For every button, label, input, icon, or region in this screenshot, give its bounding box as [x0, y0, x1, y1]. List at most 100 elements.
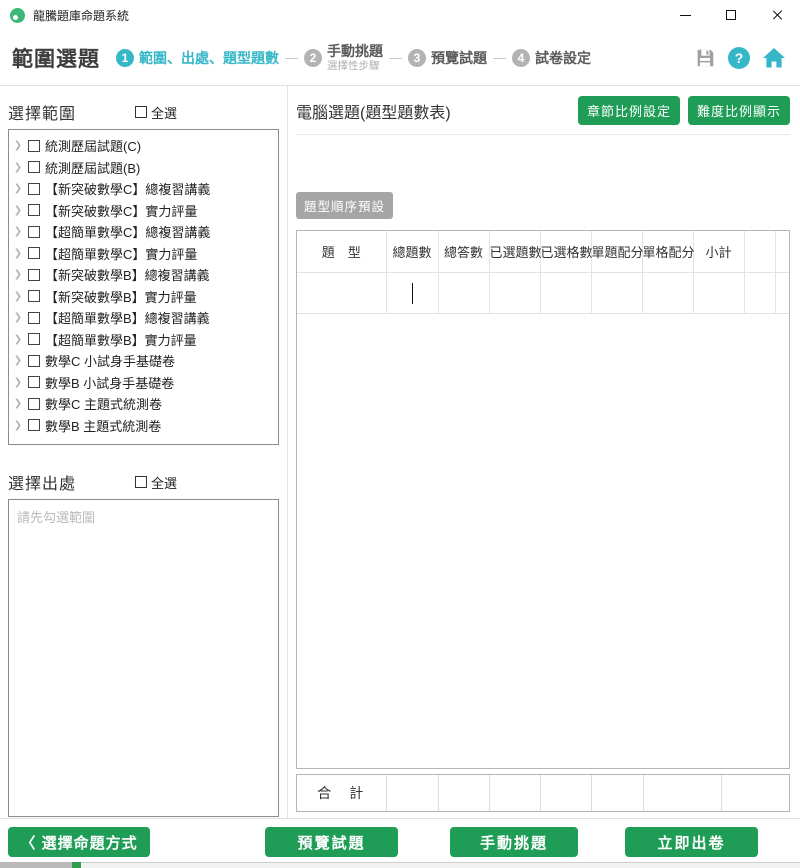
checkbox[interactable]: [28, 140, 40, 152]
home-icon[interactable]: [762, 47, 786, 69]
cell-points-per-question[interactable]: [591, 272, 642, 313]
step-2-number: 2: [304, 49, 322, 67]
total-cell: [591, 775, 643, 811]
cell-selected-questions[interactable]: [489, 272, 540, 313]
checkbox[interactable]: [28, 376, 40, 388]
step-1: 1 範圍、出處、題型題數: [116, 48, 279, 68]
tree-item-label: 【超簡單數學B】總複習講義: [45, 308, 210, 327]
tree-item-label: 【新突破數學B】總複習講義: [45, 265, 210, 284]
checkbox[interactable]: [28, 419, 40, 431]
cell-selected-cells[interactable]: [540, 272, 591, 313]
chevron-right-icon[interactable]: ❯: [13, 355, 23, 366]
chevron-right-icon[interactable]: ❯: [13, 183, 23, 194]
cell-subtotal[interactable]: [693, 272, 744, 313]
tree-item[interactable]: ❯數學B 主題式統測卷: [13, 415, 278, 437]
help-icon[interactable]: ?: [728, 47, 750, 69]
generate-exam-button[interactable]: 立即出卷: [625, 827, 758, 857]
total-cell: [438, 775, 489, 811]
source-placeholder: 請先勾選範圍: [17, 510, 95, 525]
source-select-all-checkbox[interactable]: [135, 476, 147, 488]
col-points-per-question: 單題配分: [591, 231, 642, 272]
computer-selection-header: 電腦選題(題型題數表) 章節比例設定 難度比例顯示: [296, 96, 790, 135]
save-icon[interactable]: [694, 47, 716, 69]
chevron-right-icon[interactable]: ❯: [13, 398, 23, 409]
source-list[interactable]: 請先勾選範圍: [8, 499, 279, 817]
checkbox[interactable]: [28, 161, 40, 173]
chevron-right-icon[interactable]: ❯: [13, 248, 23, 259]
table-header-row: 題 型 總題數 總答數 已選題數 已選格數 單題配分 單格配分 小計: [297, 231, 789, 272]
right-panel: 電腦選題(題型題數表) 章節比例設定 難度比例顯示 題型順序預設: [288, 86, 800, 818]
col-subtotal: 小計: [693, 231, 744, 272]
question-type-table-container: 題 型 總題數 總答數 已選題數 已選格數 單題配分 單格配分 小計: [296, 230, 790, 769]
step-3-number: 3: [408, 49, 426, 67]
chevron-right-icon[interactable]: ❯: [13, 291, 23, 302]
difficulty-ratio-button[interactable]: 難度比例顯示: [688, 96, 790, 125]
taskbar-sliver: [0, 862, 800, 868]
tree-item[interactable]: ❯【新突破數學B】實力評量: [13, 286, 278, 308]
tree-item[interactable]: ❯數學C 小試身手基礎卷: [13, 350, 278, 372]
tree-item[interactable]: ❯數學B 小試身手基礎卷: [13, 372, 278, 394]
tree-item[interactable]: ❯數學C 主題式統測卷: [13, 393, 278, 415]
tree-item[interactable]: ❯ 【超簡單數學B】總複習講義: [13, 307, 278, 329]
minimize-button[interactable]: [662, 0, 708, 30]
source-select-all[interactable]: 全選: [135, 473, 177, 492]
table-row: [297, 272, 789, 313]
manual-pick-button[interactable]: 手動挑題: [450, 827, 578, 857]
range-select-all[interactable]: 全選: [135, 103, 177, 122]
checkbox[interactable]: [28, 183, 40, 195]
range-tree[interactable]: ❯統測歷屆試題(C) ❯統測歷屆試題(B) ❯【新突破數學C】總複習講義 ❯【新…: [8, 129, 279, 445]
checkbox[interactable]: [28, 226, 40, 238]
back-to-method-button[interactable]: 〈 選擇命題方式: [8, 827, 150, 857]
chevron-right-icon[interactable]: ❯: [13, 334, 23, 345]
checkbox[interactable]: [28, 312, 40, 324]
cell-empty-1: [744, 272, 775, 313]
tree-item[interactable]: ❯【超簡單數學B】實力評量: [13, 329, 278, 351]
maximize-button[interactable]: [708, 0, 754, 30]
checkbox[interactable]: [28, 269, 40, 281]
cell-total-questions[interactable]: [386, 272, 438, 313]
chevron-right-icon[interactable]: ❯: [13, 420, 23, 431]
checkbox[interactable]: [28, 247, 40, 259]
taskbar-fragment: [0, 862, 72, 868]
checkbox[interactable]: [28, 290, 40, 302]
total-cell: [643, 775, 721, 811]
step-3: 3 預覽試題: [408, 48, 487, 68]
chevron-right-icon[interactable]: ❯: [13, 205, 23, 216]
tree-item[interactable]: ❯【新突破數學C】實力評量: [13, 200, 278, 222]
chevron-right-icon[interactable]: ❯: [13, 162, 23, 173]
app-window: 龍騰題庫命題系統 範圍選題 1 範圍、出處、題型題數 — 2 手動挑題 選擇性步…: [0, 0, 800, 868]
checkbox[interactable]: [28, 333, 40, 345]
tree-item[interactable]: ❯統測歷屆試題(B): [13, 157, 278, 179]
tree-item-label: 統測歷屆試題(C): [45, 136, 141, 155]
total-row: 合 計: [297, 775, 789, 811]
total-cell: [721, 775, 789, 811]
chevron-right-icon[interactable]: ❯: [13, 226, 23, 237]
checkbox[interactable]: [28, 355, 40, 367]
tree-item[interactable]: ❯【超簡單數學C】實力評量: [13, 243, 278, 265]
tree-item[interactable]: ❯【超簡單數學C】總複習講義: [13, 221, 278, 243]
app-logo-icon: [10, 8, 25, 23]
chevron-right-icon[interactable]: ❯: [13, 140, 23, 151]
cell-points-per-cell[interactable]: [642, 272, 693, 313]
total-label: 合 計: [297, 775, 386, 811]
col-selected-questions: 已選題數: [489, 231, 540, 272]
chevron-right-icon[interactable]: ❯: [13, 377, 23, 388]
step-2-sublabel: 選擇性步驟: [327, 60, 383, 72]
taskbar-fragment: [81, 862, 800, 868]
checkbox[interactable]: [28, 204, 40, 216]
range-header: 選擇範圍 全選: [8, 100, 279, 124]
step-4: 4 試卷設定: [512, 48, 591, 68]
cell-total-answers[interactable]: [438, 272, 489, 313]
checkbox[interactable]: [28, 398, 40, 410]
tree-item[interactable]: ❯【新突破數學C】總複習講義: [13, 178, 278, 200]
close-button[interactable]: [754, 0, 800, 30]
cell-question-type[interactable]: [297, 272, 386, 313]
chevron-right-icon[interactable]: ❯: [13, 312, 23, 323]
computer-selection-title: 電腦選題(題型題數表): [296, 99, 451, 123]
chapter-ratio-button[interactable]: 章節比例設定: [578, 96, 680, 125]
tree-item[interactable]: ❯ 【新突破數學B】總複習講義: [13, 264, 278, 286]
preview-questions-button[interactable]: 預覽試題: [265, 827, 398, 857]
range-select-all-checkbox[interactable]: [135, 106, 147, 118]
tree-item[interactable]: ❯ 統測歷屆試題(C): [13, 135, 278, 157]
chevron-right-icon[interactable]: ❯: [13, 269, 23, 280]
